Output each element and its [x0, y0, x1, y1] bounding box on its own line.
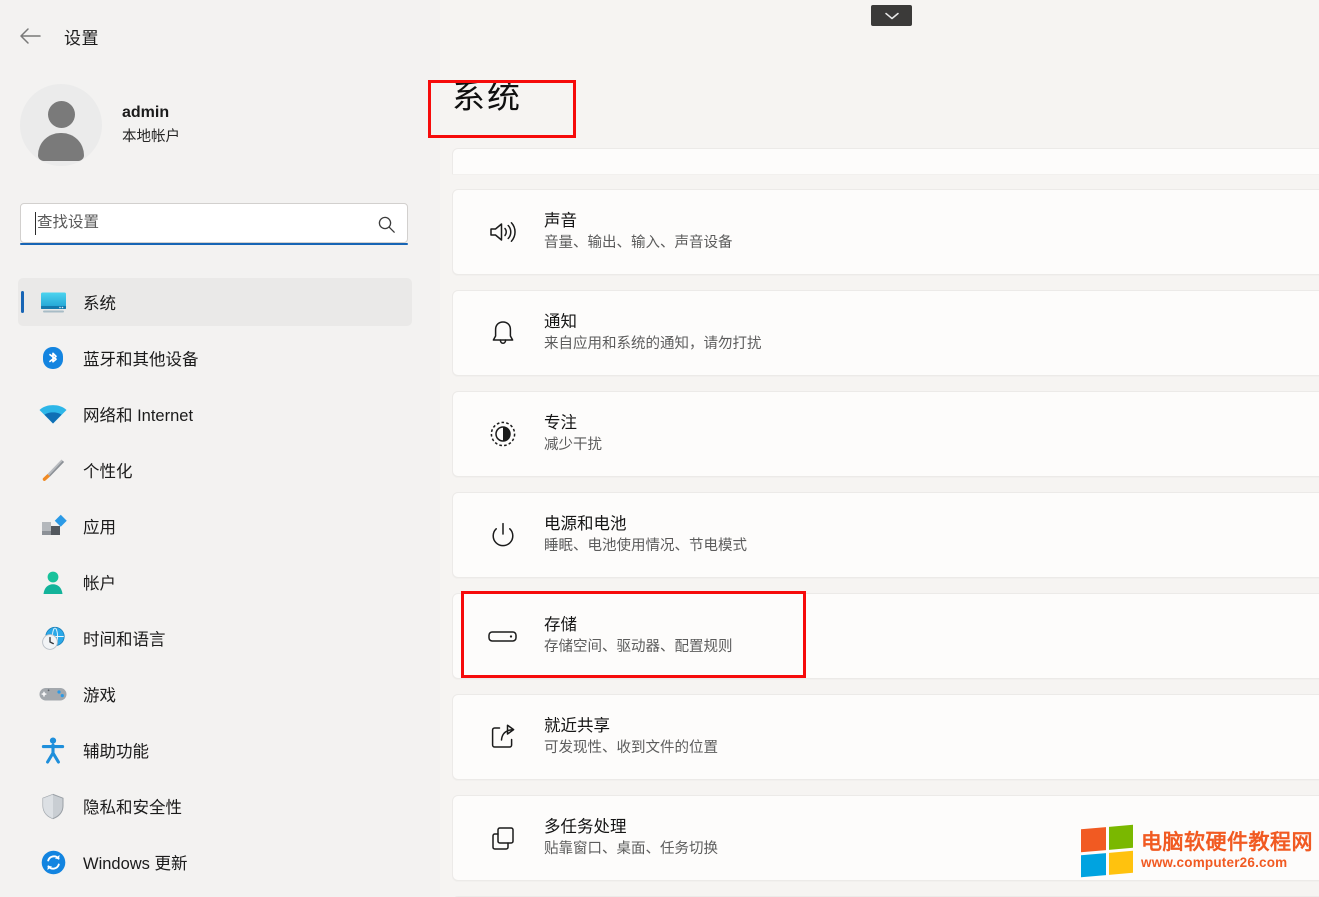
person-icon	[36, 567, 70, 597]
sidebar-item-apps[interactable]: 应用	[18, 502, 412, 550]
sidebar-item-personalization[interactable]: 个性化	[18, 446, 412, 494]
settings-card-notifications[interactable]: 通知 来自应用和系统的通知，请勿打扰	[452, 290, 1319, 376]
sidebar-item-windows-update[interactable]: Windows 更新	[18, 838, 412, 886]
shield-icon	[36, 791, 70, 821]
watermark-url: www.computer26.com	[1141, 855, 1288, 871]
sidebar-item-label: Windows 更新	[83, 855, 188, 873]
card-subtitle: 睡眠、电池使用情况、节电模式	[544, 538, 747, 555]
sidebar-item-label: 应用	[83, 519, 116, 537]
search-box[interactable]	[20, 203, 408, 243]
selection-indicator	[21, 291, 24, 313]
drive-icon	[483, 616, 523, 656]
chevron-down-icon	[884, 12, 899, 19]
sidebar-item-time-language[interactable]: 时间和语言	[18, 614, 412, 662]
card-subtitle: 可发现性、收到文件的位置	[544, 740, 718, 757]
sidebar-item-network[interactable]: 网络和 Internet	[18, 390, 412, 438]
sidebar-item-accounts[interactable]: 帐户	[18, 558, 412, 606]
paintbrush-icon	[36, 455, 70, 485]
settings-card-nearby-sharing[interactable]: 就近共享 可发现性、收到文件的位置	[452, 694, 1319, 780]
app-title: 设置	[64, 28, 99, 48]
card-title: 声音	[544, 211, 577, 230]
settings-card-storage[interactable]: 存储 存储空间、驱动器、配置规则	[452, 593, 1319, 679]
card-subtitle: 减少干扰	[544, 437, 602, 454]
search-button[interactable]	[373, 211, 399, 237]
avatar	[20, 84, 102, 166]
windows-logo-icon	[1081, 824, 1133, 878]
settings-card-focus[interactable]: 专注 减少干扰	[452, 391, 1319, 477]
card-partial-above[interactable]	[452, 148, 1319, 174]
avatar-head	[47, 101, 75, 128]
search-container[interactable]	[20, 203, 408, 245]
text-caret	[35, 212, 36, 235]
card-title: 多任务处理	[544, 817, 627, 836]
gamepad-icon	[36, 679, 70, 709]
card-title: 电源和电池	[544, 514, 627, 533]
bell-icon	[483, 313, 523, 353]
sidebar: 设置 admin 本地帐户 查找设置 系统 蓝牙和其他设备 网络和 Intern…	[0, 0, 440, 897]
sidebar-item-label: 个性化	[83, 463, 133, 481]
main-content: 系统 声音 音量、输出、输入、声音设备 通知 来自应用和系统的通知，请勿打扰 专…	[440, 0, 1319, 897]
share-icon	[483, 717, 523, 757]
card-subtitle: 来自应用和系统的通知，请勿打扰	[544, 336, 762, 353]
card-subtitle: 音量、输出、输入、声音设备	[544, 235, 733, 252]
sidebar-item-privacy-security[interactable]: 隐私和安全性	[18, 782, 412, 830]
wifi-icon	[36, 399, 70, 429]
search-focus-underline	[20, 242, 408, 245]
search-icon	[378, 216, 395, 233]
back-button[interactable]	[12, 18, 48, 54]
sidebar-item-label: 游戏	[83, 687, 116, 705]
sidebar-item-label: 帐户	[83, 575, 116, 593]
sidebar-item-label: 蓝牙和其他设备	[83, 351, 199, 369]
sidebar-item-label: 辅助功能	[83, 743, 149, 761]
account-block[interactable]: admin 本地帐户	[20, 84, 180, 166]
power-icon	[483, 515, 523, 555]
watermark: 电脑软硬件教程网 www.computer26.com	[1081, 824, 1313, 878]
avatar-body	[38, 133, 84, 161]
card-title: 存储	[544, 615, 577, 634]
page-title: 系统	[452, 78, 522, 115]
speaker-icon	[483, 212, 523, 252]
bluetooth-icon	[36, 343, 70, 373]
search-input[interactable]	[37, 214, 357, 232]
sidebar-item-label: 隐私和安全性	[83, 799, 182, 817]
collapse-button[interactable]	[871, 5, 912, 26]
arrow-left-icon	[20, 28, 41, 44]
watermark-title: 电脑软硬件教程网	[1141, 830, 1313, 854]
focus-icon	[483, 414, 523, 454]
settings-card-list: 声音 音量、输出、输入、声音设备 通知 来自应用和系统的通知，请勿打扰 专注 减…	[452, 148, 1319, 897]
clock-globe-icon	[36, 623, 70, 653]
sidebar-item-label: 网络和 Internet	[83, 407, 194, 425]
sidebar-item-accessibility[interactable]: 辅助功能	[18, 726, 412, 774]
settings-window: 设置 admin 本地帐户 查找设置 系统 蓝牙和其他设备 网络和 Intern…	[0, 0, 1319, 897]
card-title: 专注	[544, 413, 577, 432]
accessibility-icon	[36, 735, 70, 765]
card-subtitle: 存储空间、驱动器、配置规则	[544, 639, 733, 656]
sidebar-item-bluetooth[interactable]: 蓝牙和其他设备	[18, 334, 412, 382]
card-subtitle: 贴靠窗口、桌面、任务切换	[544, 841, 718, 858]
sidebar-nav: 系统 蓝牙和其他设备 网络和 Internet 个性化 应用 帐户 时间和语言 …	[18, 278, 412, 894]
settings-card-sound[interactable]: 声音 音量、输出、输入、声音设备	[452, 189, 1319, 275]
card-title: 就近共享	[544, 716, 610, 735]
multitask-icon	[483, 818, 523, 858]
sidebar-item-gaming[interactable]: 游戏	[18, 670, 412, 718]
card-title: 通知	[544, 312, 577, 331]
monitor-icon	[36, 287, 70, 317]
apps-icon	[36, 511, 70, 541]
refresh-icon	[36, 847, 70, 877]
sidebar-item-system[interactable]: 系统	[18, 278, 412, 326]
title-bar: 设置	[0, 14, 440, 58]
settings-card-power-battery[interactable]: 电源和电池 睡眠、电池使用情况、节电模式	[452, 492, 1319, 578]
sidebar-item-label: 时间和语言	[83, 631, 166, 649]
account-type: 本地帐户	[122, 129, 180, 145]
sidebar-item-label: 系统	[83, 295, 116, 313]
account-name: admin	[122, 104, 170, 121]
